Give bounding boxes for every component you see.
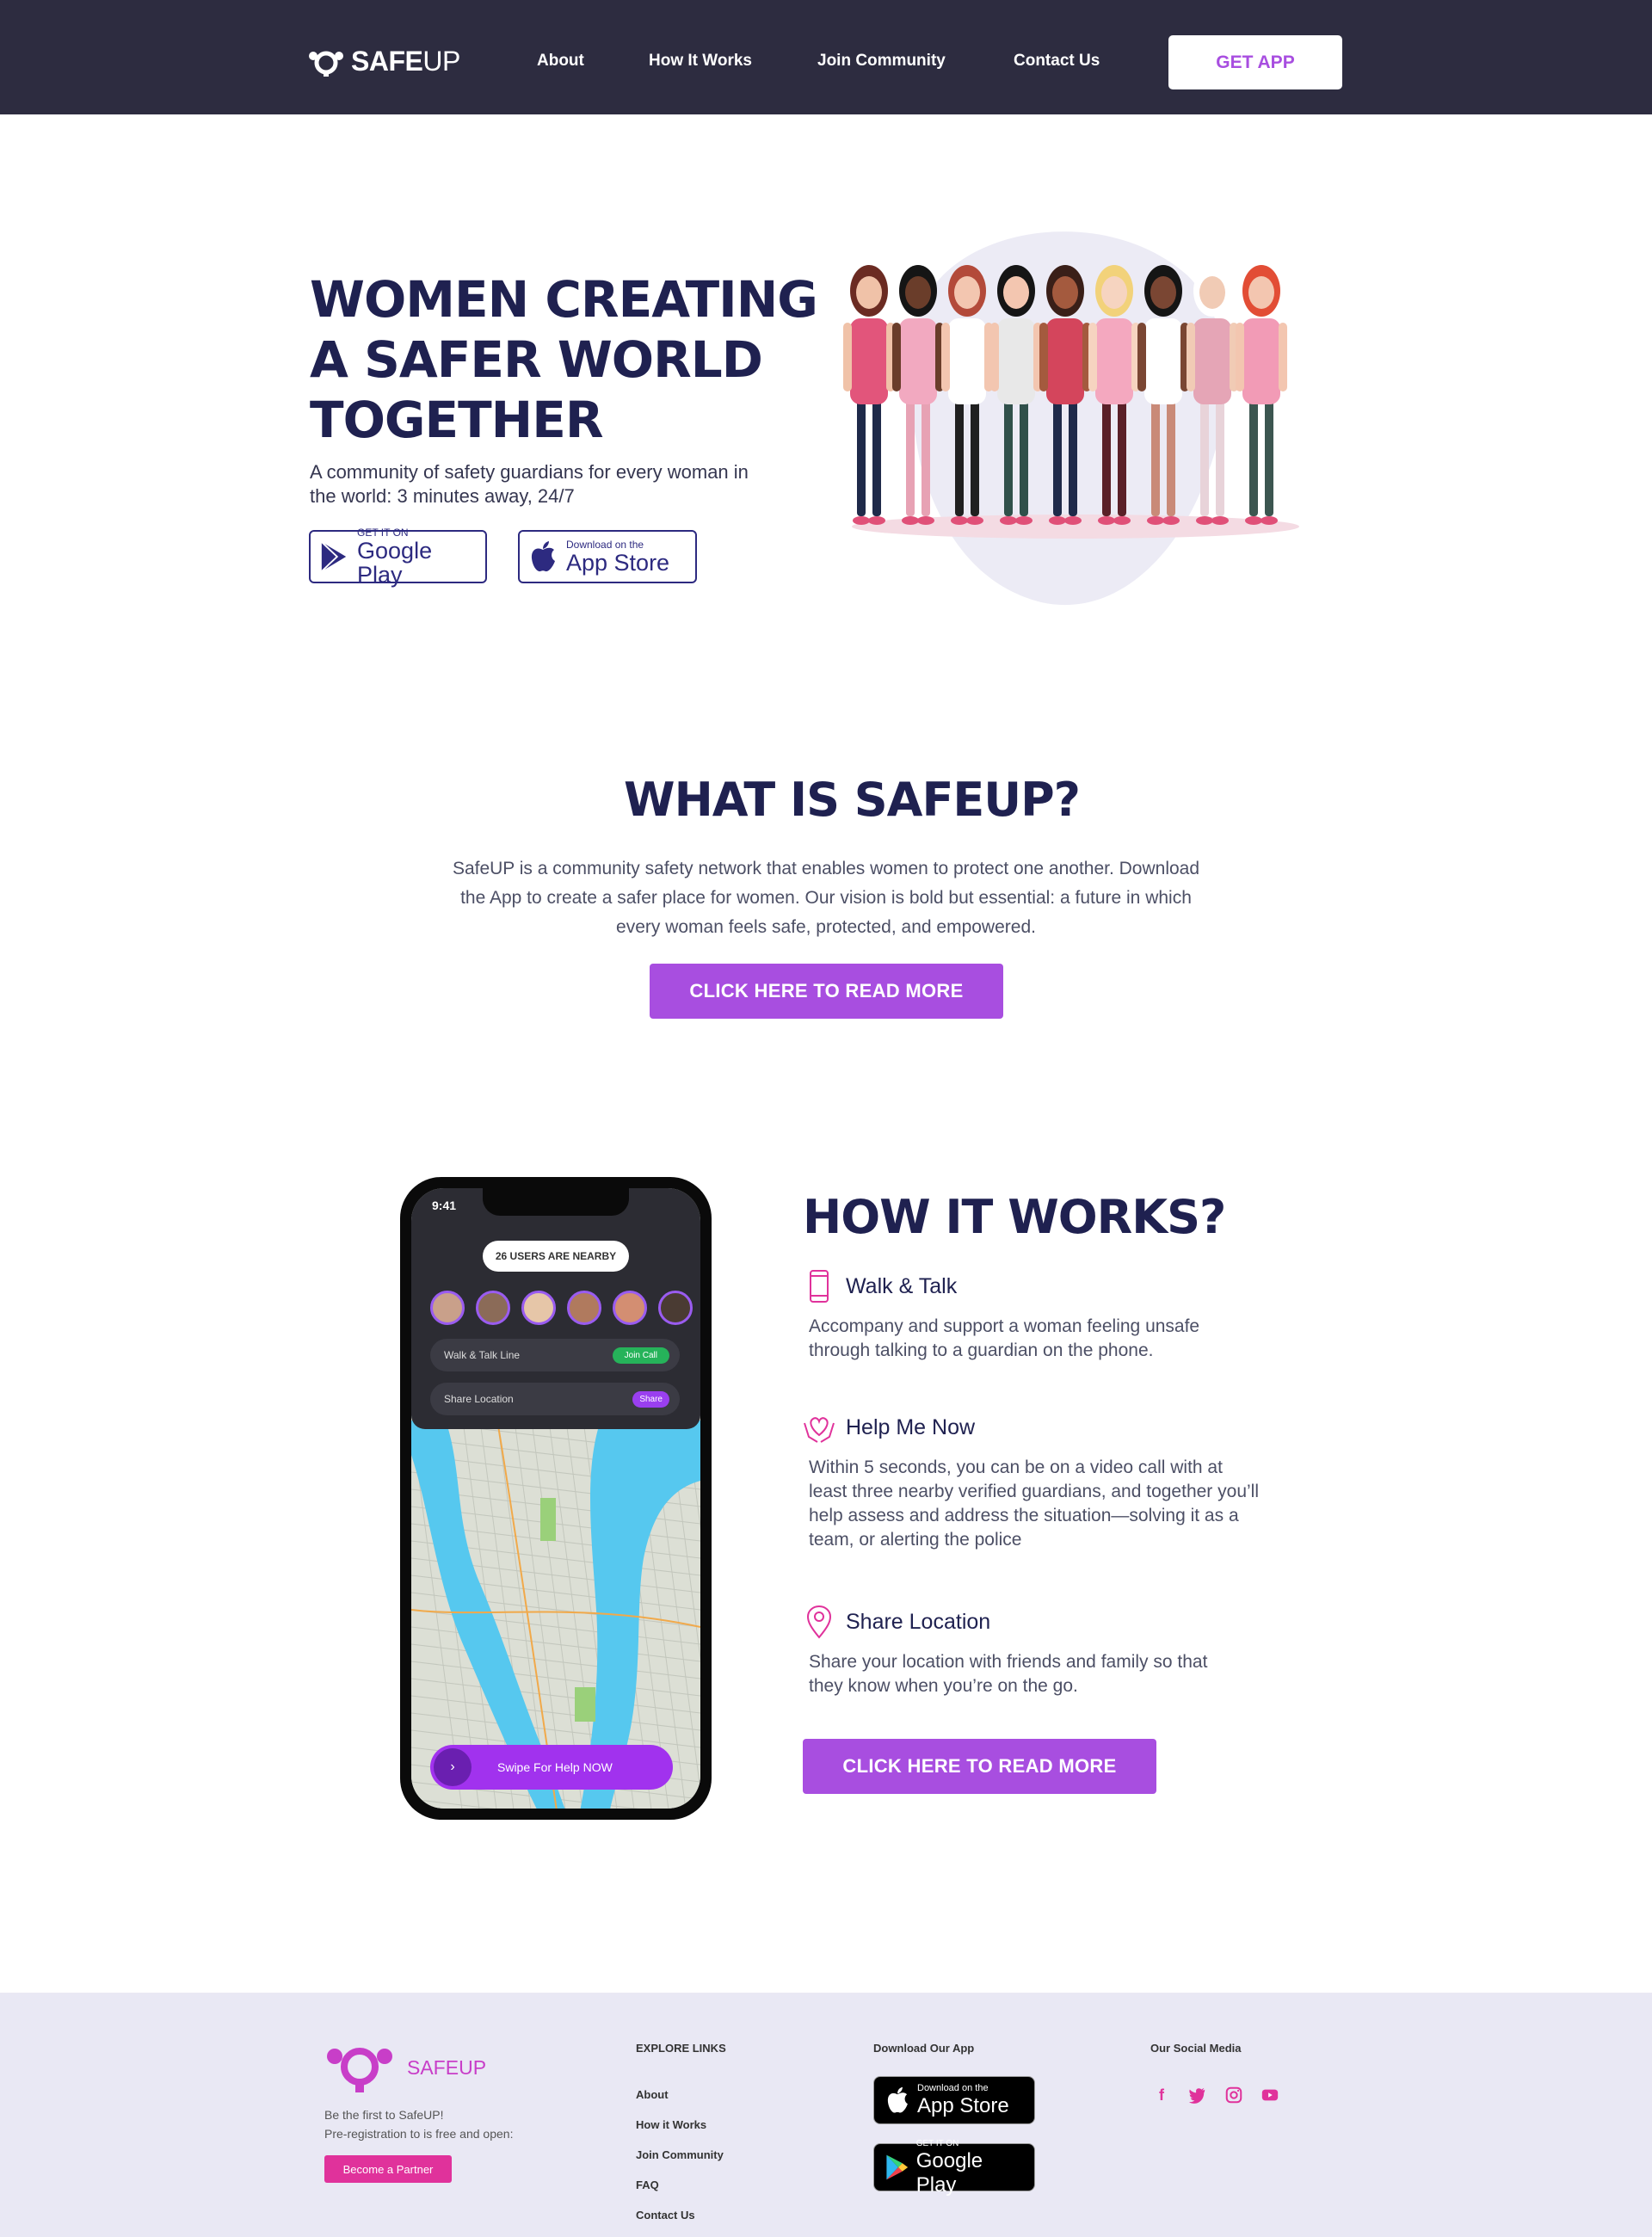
explore-links-heading: EXPLORE LINKS bbox=[636, 2042, 726, 2055]
logo-text: SAFEUP bbox=[351, 46, 460, 77]
become-partner-button[interactable]: Become a Partner bbox=[324, 2155, 452, 2183]
safeup-logo[interactable]: SAFEUP bbox=[308, 46, 460, 77]
how-read-more-button[interactable]: CLICK HERE TO READ MORE bbox=[803, 1739, 1156, 1794]
women-group-illustration bbox=[843, 231, 1299, 606]
hero-subtitle: A community of safety guardians for ever… bbox=[310, 461, 749, 507]
youtube-icon[interactable] bbox=[1261, 2086, 1279, 2105]
footer-google-play-button[interactable]: GET IT ON Google Play bbox=[873, 2139, 1035, 2197]
store-small-text: Download on the bbox=[566, 538, 644, 551]
apple-icon bbox=[531, 541, 555, 572]
feature-body-share-location: Share your location with friends and fam… bbox=[809, 1652, 1208, 1696]
share-button[interactable]: Share bbox=[632, 1390, 669, 1408]
walk-talk-row: Walk & Talk Line Join Call bbox=[430, 1339, 680, 1371]
google-play-icon bbox=[321, 541, 347, 572]
social-media-heading: Our Social Media bbox=[1150, 2042, 1242, 2055]
store-big-text: Google Play bbox=[915, 2148, 983, 2197]
store-big-text: App Store bbox=[566, 549, 670, 576]
app-store-button[interactable]: Download on the App Store bbox=[518, 530, 697, 583]
chevron-right-icon[interactable]: › bbox=[434, 1748, 472, 1786]
hero-title: WOMEN CREATING A SAFER WORLD TOGETHER bbox=[310, 269, 843, 450]
avatar[interactable] bbox=[430, 1291, 465, 1325]
store-small-text: GET IT ON bbox=[357, 526, 409, 539]
footer-logo-text: SAFEUP bbox=[407, 2055, 487, 2079]
twitter-icon[interactable] bbox=[1187, 2086, 1206, 2105]
store-small-text: Download on the bbox=[917, 2082, 989, 2093]
join-call-button[interactable]: Join Call bbox=[612, 1347, 669, 1364]
walk-talk-label: Walk & Talk Line bbox=[444, 1349, 521, 1361]
store-text: GET IT ON Google Play bbox=[357, 527, 477, 587]
nav-how-it-works[interactable]: How It Works bbox=[649, 52, 752, 71]
phone-screen: 9:41 26 USERS ARE NEARBY Walk & Talk Lin… bbox=[411, 1188, 700, 1809]
nav-contact-us[interactable]: Contact Us bbox=[1014, 52, 1100, 71]
feature-title-walk-talk: Walk & Talk bbox=[846, 1274, 958, 1298]
feature-body-walk-talk: Accompany and support a woman feeling un… bbox=[809, 1316, 1200, 1360]
what-is-body: SafeUP is a community safety network tha… bbox=[452, 859, 1200, 937]
footer-logo[interactable]: SAFEUP bbox=[324, 2041, 486, 2094]
avatar[interactable] bbox=[658, 1291, 693, 1325]
store-big-text: App Store bbox=[917, 2093, 1009, 2117]
location-pin-icon bbox=[806, 1605, 832, 1639]
swipe-label: Swipe For Help NOW bbox=[497, 1760, 613, 1774]
footer-link-how-it-works[interactable]: How it Works bbox=[636, 2118, 706, 2131]
store-big-text: Google Play bbox=[357, 537, 433, 588]
footer-app-store-button[interactable]: Download on the App Store bbox=[873, 2076, 1035, 2124]
app-panel: 9:41 26 USERS ARE NEARBY Walk & Talk Lin… bbox=[411, 1188, 700, 1429]
download-app-heading: Download Our App bbox=[873, 2042, 975, 2055]
avatar[interactable] bbox=[613, 1291, 647, 1325]
get-app-button[interactable]: GET APP bbox=[1168, 35, 1342, 89]
google-play-icon bbox=[886, 2154, 909, 2180]
hero-title-line: WOMEN CREATING bbox=[310, 270, 818, 329]
nav-join-community[interactable]: Join Community bbox=[817, 52, 946, 71]
facebook-icon[interactable]: f bbox=[1152, 2086, 1171, 2105]
footer-tagline: Pre-registration to is free and open: bbox=[324, 2127, 514, 2141]
hero-title-line: A SAFER WORLD bbox=[310, 330, 763, 389]
footer-link-faq[interactable]: FAQ bbox=[636, 2178, 659, 2191]
footer-link-contact-us[interactable]: Contact Us bbox=[636, 2209, 695, 2222]
footer-link-join-community[interactable]: Join Community bbox=[636, 2148, 724, 2161]
share-location-row: Share Location Share bbox=[430, 1383, 680, 1415]
store-text: Download on the App Store bbox=[566, 539, 669, 575]
feature-title-help-me-now: Help Me Now bbox=[846, 1415, 976, 1439]
nearby-users-badge: 26 USERS ARE NEARBY bbox=[483, 1241, 629, 1272]
store-text: Download on the App Store bbox=[917, 2083, 1009, 2118]
hero-title-line: TOGETHER bbox=[310, 391, 603, 449]
store-text: GET IT ON Google Play bbox=[916, 2138, 1024, 2197]
avatar[interactable] bbox=[567, 1291, 601, 1325]
phone-icon bbox=[810, 1270, 829, 1303]
swipe-for-help-slider[interactable]: › Swipe For Help NOW bbox=[430, 1745, 673, 1790]
apple-icon bbox=[887, 2086, 908, 2113]
phone-mockup: 9:41 26 USERS ARE NEARBY Walk & Talk Lin… bbox=[400, 1177, 712, 1820]
feature-title-share-location: Share Location bbox=[846, 1610, 991, 1634]
heart-hands-icon bbox=[804, 1417, 835, 1443]
nav-about[interactable]: About bbox=[537, 52, 584, 71]
safeup-logo-icon bbox=[327, 2048, 392, 2092]
status-time: 9:41 bbox=[432, 1199, 457, 1212]
how-it-works-title: HOW IT WORKS? bbox=[803, 1190, 1226, 1244]
avatar[interactable] bbox=[521, 1291, 556, 1325]
footer bbox=[0, 1993, 1652, 2237]
footer-link-about[interactable]: About bbox=[636, 2088, 669, 2101]
google-play-button[interactable]: GET IT ON Google Play bbox=[309, 527, 487, 587]
top-nav: SAFEUP About How It Works Join Community… bbox=[0, 0, 1652, 114]
safeup-logo-icon bbox=[309, 51, 343, 77]
store-small-text: GET IT ON bbox=[915, 2138, 959, 2148]
phone-notch bbox=[483, 1188, 629, 1216]
footer-tagline: Be the first to SafeUP! bbox=[324, 2108, 444, 2122]
what-is-title: WHAT IS SAFEUP? bbox=[624, 773, 1081, 827]
share-location-label: Share Location bbox=[444, 1393, 514, 1405]
feature-body-help-me-now: Within 5 seconds, you can be on a video … bbox=[809, 1457, 1259, 1550]
avatar[interactable] bbox=[476, 1291, 510, 1325]
instagram-icon[interactable] bbox=[1224, 2086, 1243, 2105]
read-more-button[interactable]: CLICK HERE TO READ MORE bbox=[650, 964, 1003, 1019]
